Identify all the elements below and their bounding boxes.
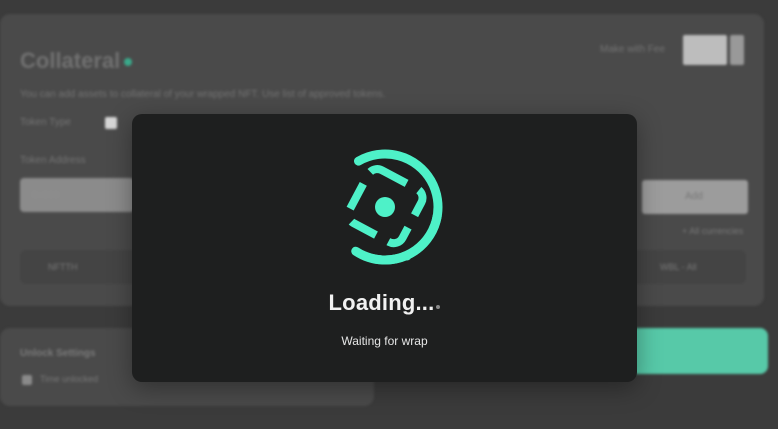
add-button[interactable]: Add [642,180,748,214]
loading-title-dot [436,305,441,309]
top-right-input[interactable] [683,35,727,65]
screen: Collateral Make with Fee You can add ass… [0,0,778,429]
token-address-placeholder: 0x000 [32,190,60,201]
token-address-label: Token Address [20,155,86,166]
description-text: You can add assets to collateral of your… [20,89,386,100]
currencies-link[interactable]: + All currencies [682,226,743,236]
loading-spinner-icon [327,149,443,265]
collateral-title: Collateral [20,48,133,74]
unlock-settings-title: Unlock Settings [20,348,96,359]
top-right-stepper[interactable] [730,35,744,65]
token-address-input[interactable]: 0x000 [20,178,134,212]
loading-modal: Loading... Waiting for wrap [132,114,637,382]
row-right-label: WBL - All [660,262,697,272]
status-dot [124,58,133,67]
add-button-label: Add [685,191,703,202]
row-left-label: NFTTH [48,262,78,272]
loading-subtitle: Waiting for wrap [341,334,428,348]
unlock-option-label: Time unlocked [40,374,99,384]
primary-action-background-button[interactable] [630,328,768,374]
unlock-option-checkbox[interactable] [22,375,32,385]
token-type-label: Token Type [20,117,71,128]
token-type-checkbox[interactable] [105,117,117,129]
loading-title: Loading... [132,290,637,316]
top-right-label: Make with Fee [600,44,666,55]
